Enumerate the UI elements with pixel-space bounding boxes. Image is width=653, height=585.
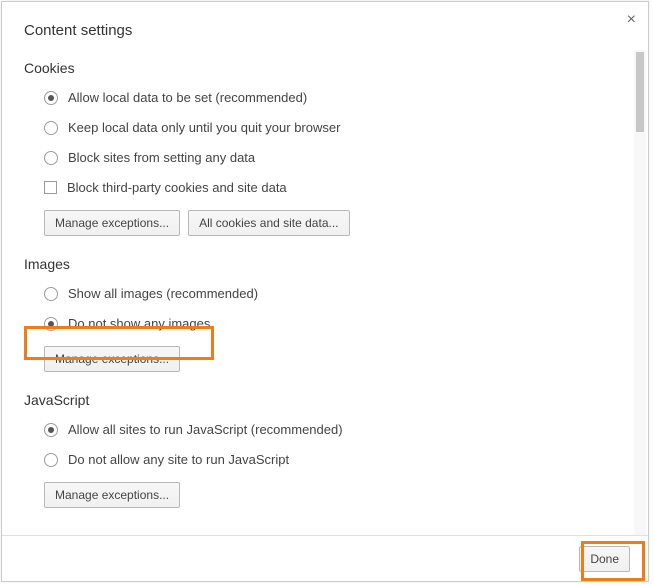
dialog-footer: Done [2,535,648,581]
option-label: Block third-party cookies and site data [67,180,287,195]
option-label: Allow all sites to run JavaScript (recom… [68,422,343,437]
all-cookies-button[interactable]: All cookies and site data... [188,210,349,236]
cookies-block-third-party[interactable]: Block third-party cookies and site data [24,180,612,195]
manage-exceptions-button[interactable]: Manage exceptions... [44,210,180,236]
manage-exceptions-button[interactable]: Manage exceptions... [44,346,180,372]
scrollbar-thumb[interactable] [636,52,644,132]
section-title-javascript: JavaScript [24,392,612,408]
cookies-option-keep-until-quit[interactable]: Keep local data only until you quit your… [24,120,612,135]
radio-icon [44,423,58,437]
content-settings-dialog: × Content settings Cookies Allow local d… [1,1,649,582]
radio-icon [44,121,58,135]
scroll-area: Cookies Allow local data to be set (reco… [2,50,634,535]
images-button-row: Manage exceptions... [24,346,612,372]
option-label: Allow local data to be set (recommended) [68,90,307,105]
manage-exceptions-button[interactable]: Manage exceptions... [44,482,180,508]
option-label: Do not show any images [68,316,210,331]
done-button[interactable]: Done [579,546,630,572]
dialog-title: Content settings [2,2,648,39]
option-label: Block sites from setting any data [68,150,255,165]
images-option-do-not-show[interactable]: Do not show any images [24,316,612,331]
close-icon[interactable]: × [627,12,636,28]
option-label: Keep local data only until you quit your… [68,120,340,135]
javascript-button-row: Manage exceptions... [24,482,612,508]
section-title-images: Images [24,256,612,272]
cookies-button-row: Manage exceptions... All cookies and sit… [24,210,612,236]
radio-icon [44,317,58,331]
radio-icon [44,151,58,165]
radio-icon [44,287,58,301]
option-label: Do not allow any site to run JavaScript [68,452,289,467]
section-title-cookies: Cookies [24,60,612,76]
javascript-option-block[interactable]: Do not allow any site to run JavaScript [24,452,612,467]
option-label: Show all images (recommended) [68,286,258,301]
cookies-option-allow[interactable]: Allow local data to be set (recommended) [24,90,612,105]
radio-icon [44,453,58,467]
javascript-option-allow[interactable]: Allow all sites to run JavaScript (recom… [24,422,612,437]
images-option-show-all[interactable]: Show all images (recommended) [24,286,612,301]
cookies-option-block[interactable]: Block sites from setting any data [24,150,612,165]
checkbox-icon [44,181,57,194]
scrollbar[interactable]: ▴ [634,50,646,535]
radio-icon [44,91,58,105]
